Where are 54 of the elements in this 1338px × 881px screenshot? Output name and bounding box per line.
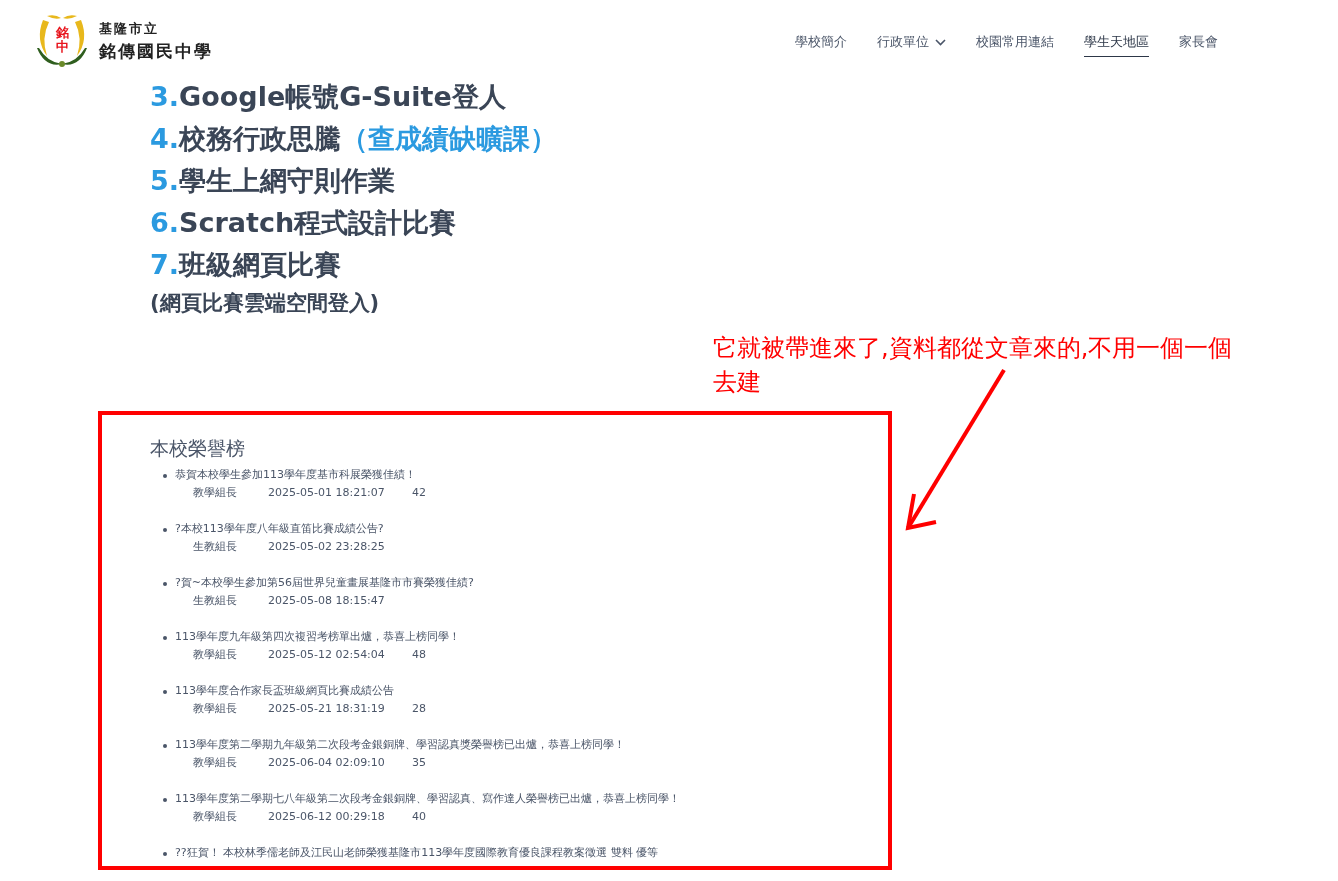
nav-link[interactable]: 家長會 [1179, 33, 1218, 57]
author-text: 教學組長 [193, 755, 238, 771]
date-text: 2025-05-08 18:15:47 [268, 593, 386, 609]
author-text: 教學組長 [193, 701, 238, 717]
article-link[interactable]: 113學年度九年級第四次複習考榜單出爐，恭喜上榜同學！ [175, 630, 460, 643]
date-text: 2025-06-04 02:09:10 [268, 755, 386, 771]
date-text: 2025-05-21 18:31:19 [268, 701, 386, 717]
article-link[interactable]: 恭賀本校學生參加113學年度基市科展榮獲佳績！ [175, 468, 416, 481]
bullet-icon [163, 474, 167, 478]
view-count: 35 [412, 755, 426, 771]
view-count: 42 [412, 485, 426, 501]
bullet-icon [163, 798, 167, 802]
nav-link[interactable]: 學生天地區 [1084, 33, 1149, 57]
emblem-text: 銘中 [55, 26, 69, 54]
article-link[interactable]: ?賀~本校學生參加第56屆世界兒童畫展基隆市市賽榮獲佳績? [175, 576, 474, 589]
bullet-icon [163, 636, 167, 640]
link-text[interactable]: 學生上網守則作業 [179, 165, 396, 196]
bullet-icon [163, 582, 167, 586]
city-label: 基隆市立 [99, 19, 160, 38]
article-link[interactable]: ?本校113學年度八年級直笛比賽成績公告? [175, 522, 384, 535]
nav-link[interactable]: 校園常用連結 [976, 33, 1054, 57]
date-text: 2025-05-12 02:54:04 [268, 647, 386, 663]
link-text[interactable]: 校務行政思騰 [179, 123, 342, 154]
article-link[interactable]: 113學年度第二學期九年級第二次段考金銀銅牌、學習認真獎榮譽榜已出爐，恭喜上榜同學！ [175, 738, 625, 751]
annotation-text: 它就被帶進來了,資料都從文章來的,不用一個一個去建 [713, 333, 1234, 398]
date-text: 2025-05-02 23:28:25 [268, 539, 386, 555]
bullet-icon [163, 690, 167, 694]
link-text[interactable]: 班級網頁比賽 [179, 249, 342, 280]
view-count: 48 [412, 647, 426, 663]
link-note[interactable]: (網頁比賽雲端空間登入) [150, 286, 1338, 320]
link-text[interactable]: Google帳號G-Suite登人 [179, 81, 506, 112]
nav-link[interactable]: 行政單位 [877, 33, 946, 57]
date-text: 2025-05-01 18:21:07 [268, 485, 386, 501]
list-number: 6. [150, 207, 180, 238]
article-link[interactable]: 113學年度合作家長盃班級網頁比賽成績公告 [175, 684, 394, 697]
view-count: 40 [412, 809, 426, 825]
bullet-icon [163, 744, 167, 748]
section-title: 本校榮譽榜 [150, 436, 246, 461]
list-number: 5. [150, 165, 180, 196]
author-text: 生教組長 [193, 593, 238, 609]
bullet-icon [163, 528, 167, 532]
date-text: 2025-06-12 00:29:18 [268, 809, 386, 825]
link-text[interactable]: Scratch程式設計比賽 [179, 207, 457, 238]
view-count: 28 [412, 701, 426, 717]
list-number: 3. [150, 81, 180, 112]
nav-link[interactable]: 學校簡介 [795, 33, 847, 57]
author-text: 教學組長 [193, 647, 238, 663]
bullet-icon [163, 852, 167, 856]
author-text: 教學組長 [193, 809, 238, 825]
school-name: 銘傳國民中學 [99, 39, 213, 63]
article-link[interactable]: 113學年度第二學期七八年級第二次段考金銀銅牌、學習認真、寫作達人榮譽榜已出爐，恭喜上榜同學！ [175, 792, 680, 805]
author-text: 教學組長 [193, 485, 238, 501]
article-link[interactable]: ??狂賀！ 本校林季儒老師及江民山老師榮獲基隆市113學年度國際教育優良課程教案徵選 雙料 優等 [175, 846, 659, 859]
author-text: 生教組長 [193, 539, 238, 555]
